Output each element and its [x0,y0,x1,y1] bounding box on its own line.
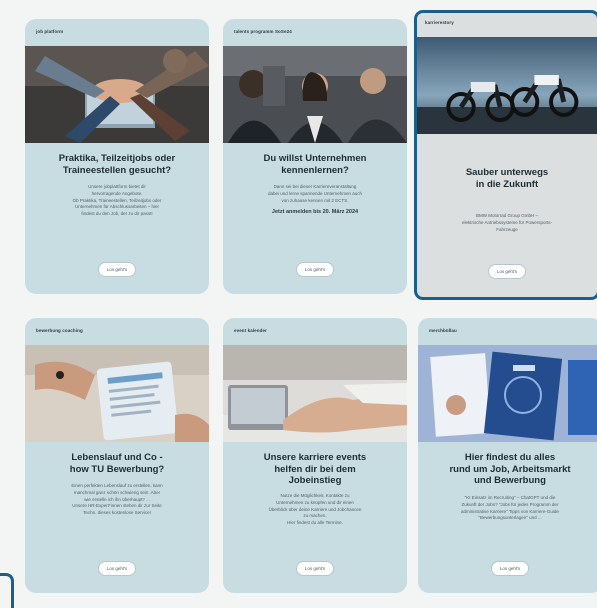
los-gehts-button[interactable]: Los geht's [98,561,136,576]
los-gehts-button[interactable]: Los geht's [488,264,526,279]
card-image-handshake [223,345,407,442]
card-image-conference-audience [223,46,407,143]
card-tag: event kalender [234,328,267,333]
card-bewerbung-coaching[interactable]: bewerbung coaching Lebenslauf und Co - h… [25,318,209,593]
card-job-platform[interactable]: job platform Praktika, Teilzeitjobs oder… [25,19,209,294]
card-merchbuellau[interactable]: merchbüllau Hier findest du alles rund u… [418,318,597,593]
card-description: "KI Einsatz im Recruiting" – ChatGPT und… [461,495,559,521]
card-description: Einen perfekten Lebenslauf zu erstellen,… [71,483,163,516]
card-karrierestory[interactable]: karrierestory Sauber unterwegs in die Zu… [414,10,597,300]
deadline-text: Jetzt anmelden bis 20. März 2024 [271,209,359,215]
card-description: Nutze die Möglichkeit, Kontakte zu Unter… [268,493,362,526]
card-tag: merchbüllau [429,328,457,333]
card-event-kalender[interactable]: event kalender Unsere karriere events he… [223,318,407,593]
card-title: Hier findest du alles rund um Job, Arbei… [449,452,571,486]
card-tag: karrierestory [425,20,454,25]
card-talents-programm[interactable]: talents programm SoSe24 Du willst Untern… [223,19,407,294]
card-description: Dann sei bei dieser Karriereveranstaltun… [267,184,363,203]
card-title: Du willst Unternehmen kennenlernen? [263,153,367,176]
card-image-team-hands-laptop [25,46,209,143]
card-title: Unsere karriere events helfen dir bei de… [263,452,367,486]
card-description: Unsere jobplattform bietet dir hervorrag… [72,184,162,217]
los-gehts-button[interactable]: Los geht's [296,561,334,576]
card-tag: bewerbung coaching [36,328,83,333]
card-grid: job platform Praktika, Teilzeitjobs oder… [0,0,597,608]
card-title: Lebenslauf und Co - how TU Bewerbung? [69,452,165,475]
card-tag: talents programm SoSe24 [234,29,292,34]
card-image-electric-motorbikes [417,37,597,134]
los-gehts-button[interactable]: Los geht's [296,262,334,277]
card-image-career-magazine [418,345,597,442]
focus-outline-fragment [0,573,14,608]
card-tag: job platform [36,29,64,34]
card-description: BMW Motorrad Group GmbH – elektrische An… [461,213,553,232]
los-gehts-button[interactable]: Los geht's [491,561,529,576]
los-gehts-button[interactable]: Los geht's [98,262,136,277]
card-title: Praktika, Teilzeitjobs oder Traineestell… [58,153,176,176]
card-title: Sauber unterwegs in die Zukunft [465,167,549,190]
card-image-resume-tablet [25,345,209,442]
